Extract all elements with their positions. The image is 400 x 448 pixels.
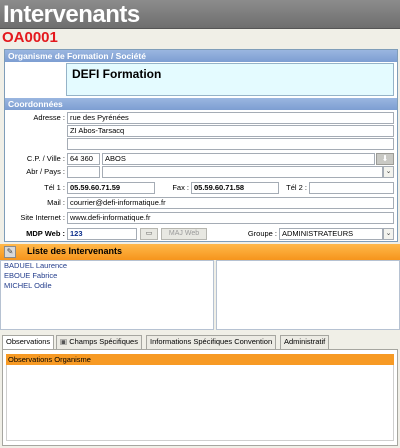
tab-label: Champs Spécifiques [69, 337, 138, 346]
abr-input[interactable] [67, 166, 100, 178]
fax-label: Fax : [172, 183, 189, 192]
groupe-select[interactable]: ADMINISTRATEURS [279, 228, 383, 240]
adresse-line1-input[interactable]: rue des Pyrénées [67, 112, 394, 124]
mdp-label: MDP Web : [26, 229, 65, 238]
organisme-name-field[interactable]: DEFI Formation [66, 63, 394, 96]
observations-header: Observations Organisme [6, 354, 394, 365]
mdp-input[interactable]: 123 [67, 228, 137, 240]
arrow-down-icon: ⬇ [381, 154, 389, 163]
tel2-input[interactable] [309, 182, 394, 194]
intervenants-header: ✎ Liste des Intervenants [0, 244, 400, 260]
pays-dropdown-button[interactable]: ⌄ [383, 166, 394, 178]
abr-pays-label: Abr / Pays : [26, 167, 65, 176]
mail-label: Mail : [47, 198, 65, 207]
adresse-line2-input[interactable]: ZI Abos-Tarsacq [67, 125, 394, 137]
chevron-down-icon: ⌄ [385, 168, 392, 175]
intervenants-title: Liste des Intervenants [27, 246, 123, 256]
window-header: Intervenants [0, 0, 400, 29]
tab-champs-specifiques[interactable]: ▣ Champs Spécifiques [56, 335, 142, 349]
tab-bar: Observations ▣ Champs Spécifiques Inform… [0, 335, 400, 350]
tab-observations[interactable]: Observations [2, 335, 55, 350]
fax-input[interactable]: 05.59.60.71.58 [191, 182, 279, 194]
pays-select[interactable] [102, 166, 383, 178]
list-item[interactable]: MICHEL Odile [1, 281, 213, 291]
site-label: Site Internet : [20, 213, 65, 222]
groupe-dropdown-button[interactable]: ⌄ [383, 228, 394, 240]
observations-textarea[interactable] [6, 365, 394, 441]
adresse-label: Adresse : [33, 113, 65, 122]
cp-input[interactable]: 64 360 [67, 153, 100, 165]
tel1-input[interactable]: 05.59.60.71.59 [67, 182, 155, 194]
puzzle-icon: ▣ [60, 337, 68, 346]
organisme-name: DEFI Formation [72, 67, 162, 81]
maj-web-button[interactable]: MAJ Web [161, 228, 207, 240]
tel1-label: Tél 1 : [44, 183, 65, 192]
tab-infos-convention[interactable]: Informations Spécifiques Convention [146, 335, 277, 349]
list-item[interactable]: BADUEL Laurence [1, 261, 213, 271]
mail-input[interactable]: courrier@defi-informatique.fr [67, 197, 394, 209]
cp-ville-label: C.P. / Ville : [26, 154, 65, 163]
tab-administratif[interactable]: Administratif [280, 335, 330, 349]
edit-list-icon: ✎ [6, 247, 14, 256]
organisme-panel: Organisme de Formation / Société DEFI Fo… [4, 49, 398, 242]
record-code: OA0001 [2, 29, 58, 46]
ville-lookup-button[interactable]: ⬇ [376, 153, 394, 165]
mdp-generate-button[interactable]: ▭ [140, 228, 158, 240]
tel2-label: Tél 2 : [286, 183, 307, 192]
list-item[interactable]: EBOUE Fabrice [1, 271, 213, 281]
chevron-down-icon: ⌄ [385, 230, 392, 237]
ville-input[interactable]: ABOS [102, 153, 375, 165]
adresse-line3-input[interactable] [67, 138, 394, 150]
page-title: Intervenants [3, 1, 140, 28]
intervenants-list: BADUEL Laurence EBOUE Fabrice MICHEL Odi… [0, 260, 214, 330]
coordonnees-section-header: Coordonnées [5, 98, 397, 110]
organisme-section-header: Organisme de Formation / Société [5, 50, 397, 62]
groupe-label: Groupe : [247, 229, 277, 238]
keyboard-icon: ▭ [145, 230, 153, 237]
observations-panel: Observations Organisme [2, 349, 398, 446]
site-input[interactable]: www.defi-informatique.fr [67, 212, 394, 224]
intervenant-detail-area [216, 260, 400, 330]
add-intervenant-button[interactable]: ✎ [4, 246, 16, 258]
